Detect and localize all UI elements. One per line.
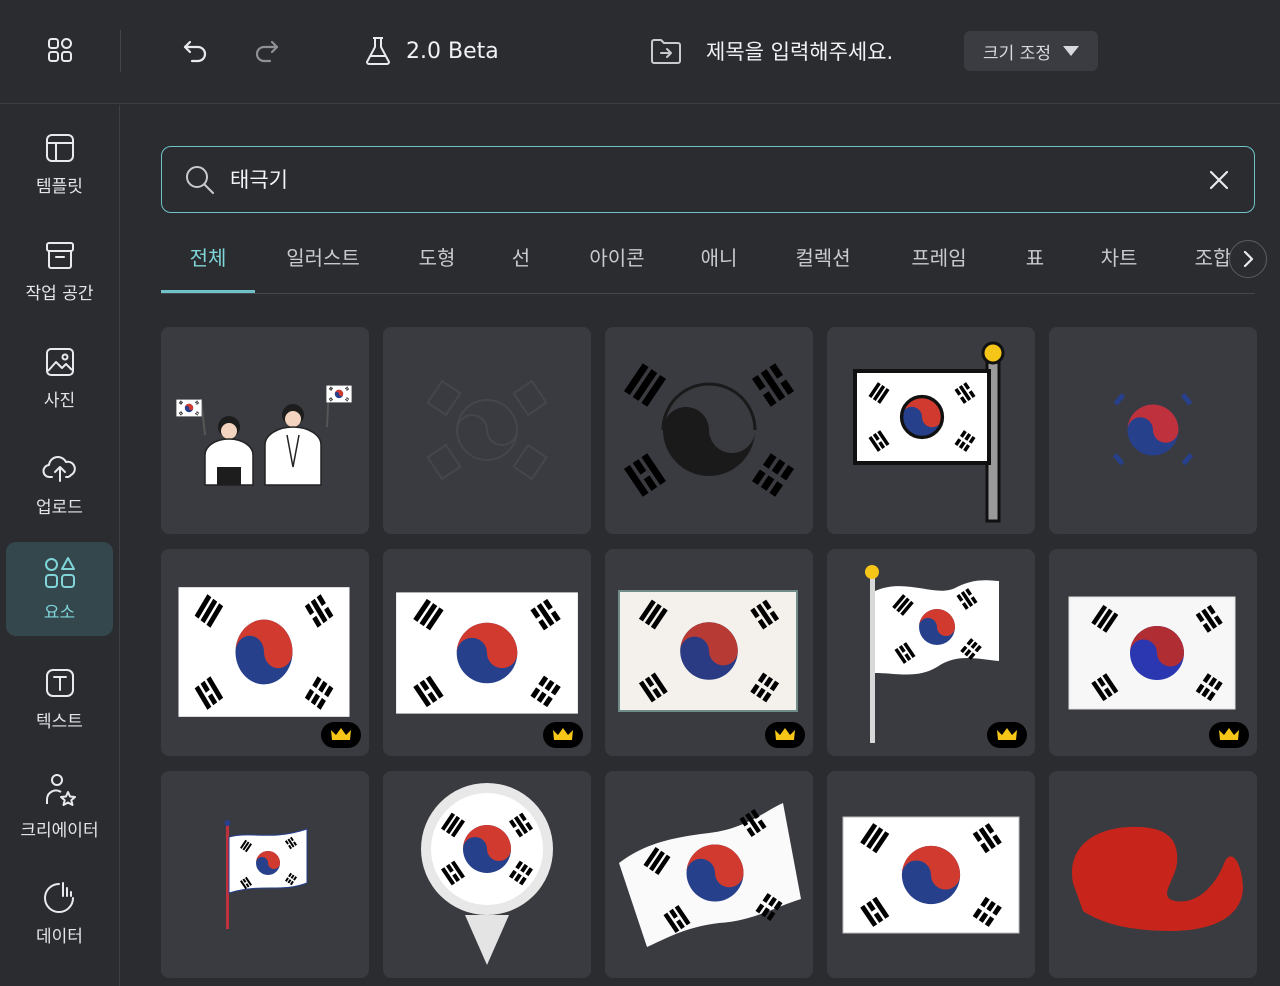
tab-collection[interactable]: 컬렉션	[781, 242, 865, 292]
flag-waving-wide-illustration	[619, 803, 801, 947]
sidebar: 템플릿 작업 공간 사진 업로드 요소 텍스트 크리에이터 데이터	[0, 105, 120, 986]
crown-icon	[331, 728, 351, 740]
tab-line[interactable]: 선	[499, 242, 543, 292]
undo-icon[interactable]	[175, 30, 215, 70]
shapes-icon	[44, 556, 75, 588]
archive-box-icon	[45, 241, 74, 269]
chevron-right-icon	[1243, 250, 1254, 268]
creator-star-icon	[45, 773, 76, 806]
apps-grid-icon[interactable]	[40, 30, 80, 70]
result-card[interactable]	[161, 771, 369, 978]
crown-icon	[775, 728, 795, 740]
result-card[interactable]	[605, 771, 813, 978]
sidebar-item-label: 작업 공간	[25, 283, 94, 304]
result-card[interactable]	[161, 549, 369, 756]
beta-label: 2.0 Beta	[406, 38, 499, 64]
people-with-flags-illustration	[161, 384, 369, 486]
sidebar-item-upload[interactable]: 업로드	[6, 438, 113, 532]
redo-icon[interactable]	[247, 30, 287, 70]
crown-icon	[1219, 728, 1239, 740]
beta-version[interactable]: 2.0 Beta	[362, 30, 499, 72]
result-card[interactable]	[383, 549, 591, 756]
crown-icon	[997, 728, 1017, 740]
sidebar-item-label: 텍스트	[36, 711, 83, 732]
sidebar-item-label: 크리에이터	[20, 820, 99, 841]
search-bar	[161, 146, 1255, 213]
search-icon	[186, 166, 214, 194]
resize-label: 크기 조정	[983, 43, 1051, 64]
toolbar-divider	[120, 30, 121, 72]
result-card[interactable]	[1049, 771, 1257, 978]
premium-badge	[987, 722, 1027, 748]
small-taegeuk-icon	[1112, 393, 1194, 466]
resize-button[interactable]: 크기 조정	[964, 31, 1098, 71]
sidebar-item-data[interactable]: 데이터	[6, 866, 113, 960]
crown-icon	[553, 728, 573, 740]
flag-small-pole-illustration	[224, 820, 308, 929]
tab-frame[interactable]: 프레임	[897, 242, 981, 292]
black-taegeuk-silhouette	[623, 363, 795, 497]
folder-move-icon	[651, 39, 681, 64]
premium-badge	[543, 722, 583, 748]
flask-icon	[366, 37, 390, 65]
tab-shape[interactable]: 도형	[405, 242, 469, 292]
flag-flat-illustration	[842, 816, 1020, 934]
photo-icon	[45, 347, 74, 376]
sidebar-item-label: 업로드	[36, 497, 83, 518]
search-input[interactable]	[230, 161, 1190, 197]
sidebar-item-workspace[interactable]: 작업 공간	[6, 224, 113, 318]
premium-badge	[321, 722, 361, 748]
template-icon	[45, 133, 74, 162]
chart-pie-icon	[43, 881, 74, 913]
result-card[interactable]	[1049, 549, 1257, 756]
result-card[interactable]	[827, 549, 1035, 756]
flag-map-pin-illustration	[421, 783, 553, 965]
tab-animation[interactable]: 애니	[687, 242, 751, 292]
tab-all[interactable]: 전체	[161, 242, 255, 292]
active-tab-indicator	[161, 290, 255, 293]
caret-down-icon	[1062, 46, 1079, 56]
cloud-upload-icon	[42, 455, 76, 482]
sidebar-item-photo[interactable]: 사진	[6, 331, 113, 425]
sidebar-item-label: 데이터	[36, 926, 83, 947]
premium-badge	[1209, 722, 1249, 748]
sidebar-item-label: 사진	[43, 390, 76, 411]
premium-badge	[765, 722, 805, 748]
result-card[interactable]	[827, 327, 1035, 534]
result-card[interactable]	[827, 771, 1035, 978]
result-card[interactable]	[605, 327, 813, 534]
result-card[interactable]	[383, 327, 591, 534]
tab-illustration[interactable]: 일러스트	[271, 242, 375, 292]
top-bar: 2.0 Beta 제목을 입력해주세요. 크기 조정	[0, 0, 1280, 104]
sidebar-item-label: 템플릿	[36, 176, 83, 197]
result-card[interactable]	[605, 549, 813, 756]
sidebar-item-text[interactable]: 텍스트	[6, 652, 113, 746]
tab-table[interactable]: 표	[1013, 242, 1057, 292]
tab-icon[interactable]: 아이콘	[575, 242, 659, 292]
close-icon[interactable]	[1206, 167, 1232, 193]
tab-chart[interactable]: 차트	[1087, 242, 1151, 292]
result-card[interactable]	[383, 771, 591, 978]
sidebar-item-template[interactable]: 템플릿	[6, 117, 113, 211]
flag-on-pole-cartoon	[853, 341, 1005, 523]
category-tabs: 전체 일러스트 도형 선 아이콘 애니 컬렉션 프레임 표 차트 조합	[161, 234, 1255, 294]
faded-taegeuk-outline	[426, 379, 548, 481]
text-box-icon	[45, 668, 74, 697]
sidebar-item-elements[interactable]: 요소	[6, 542, 113, 636]
tabs-next-button[interactable]	[1229, 240, 1267, 278]
result-card[interactable]	[161, 327, 369, 534]
red-brush-shape-illustration	[1072, 826, 1243, 931]
document-title[interactable]: 제목을 입력해주세요.	[650, 30, 893, 72]
sidebar-item-label: 요소	[43, 602, 76, 623]
result-card[interactable]	[1049, 327, 1257, 534]
sidebar-item-creator[interactable]: 크리에이터	[6, 759, 113, 853]
title-placeholder: 제목을 입력해주세요.	[706, 40, 894, 64]
